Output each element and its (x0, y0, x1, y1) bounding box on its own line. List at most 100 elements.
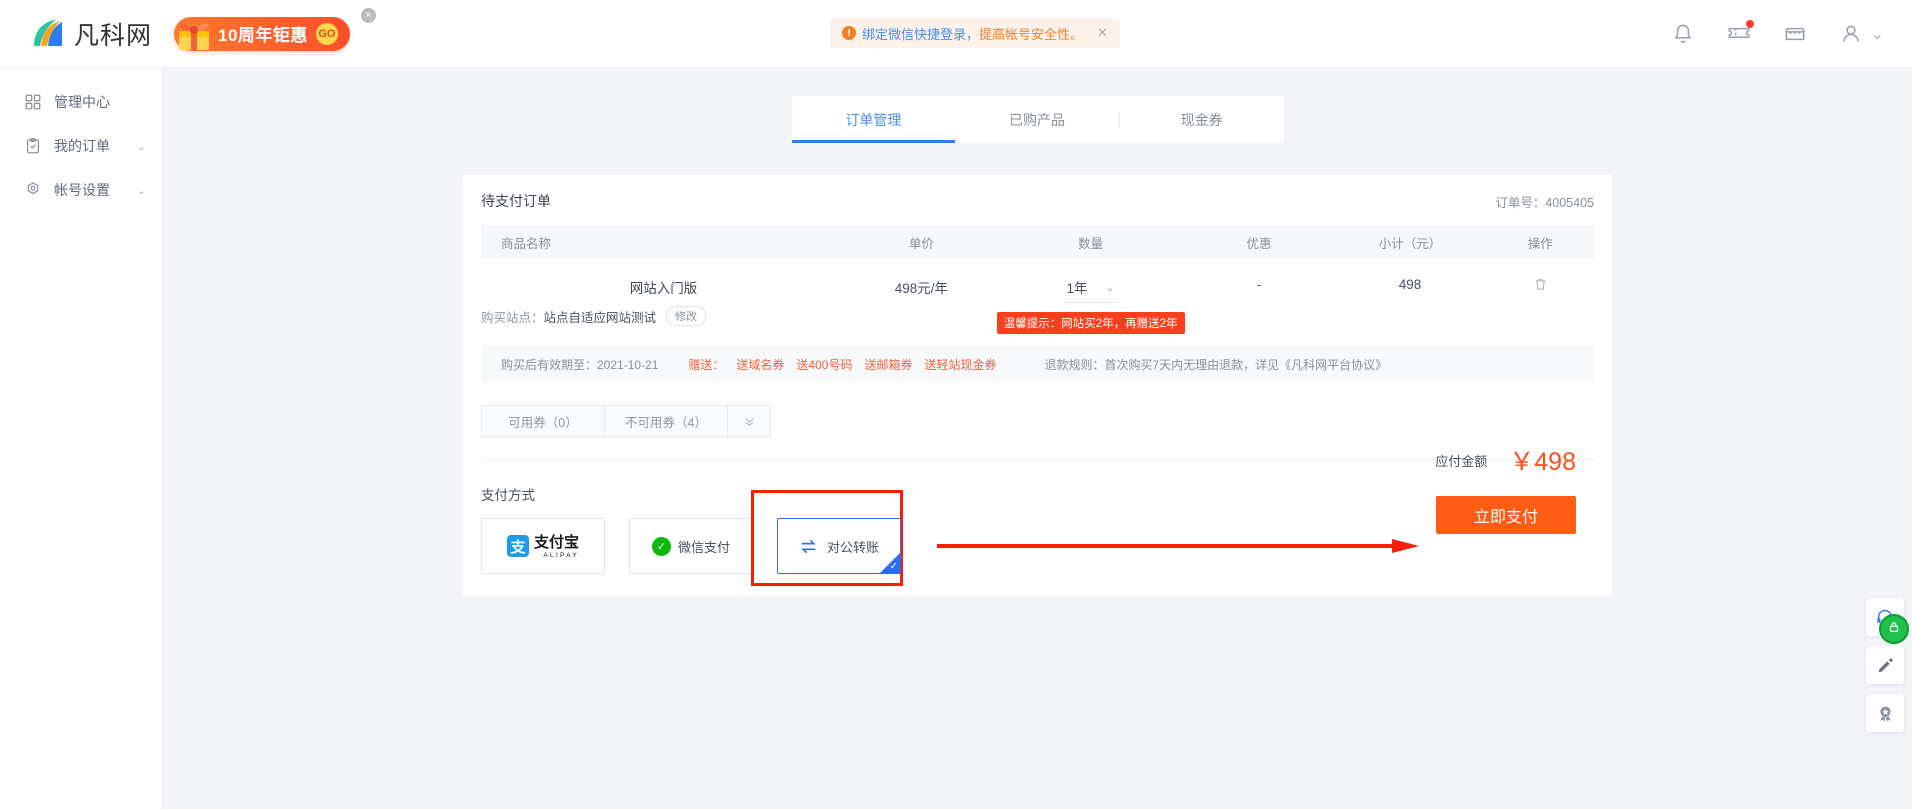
tab-purchased-products[interactable]: 已购产品 (955, 96, 1119, 143)
gift-label: 赠送： (688, 358, 725, 372)
sidebar-label: 帐号设置 (54, 182, 110, 198)
grid-icon (24, 93, 42, 111)
bell-icon[interactable] (1670, 21, 1696, 47)
feedback-button[interactable] (1866, 646, 1904, 684)
pending-order-card: 待支付订单 订单号：4005405 商品名称 单价 数量 优惠 小计（元） 操作 (463, 175, 1612, 596)
sidebar-item-management[interactable]: 管理中心 (0, 80, 162, 124)
tab-bar: 订单管理 已购产品 现金券 (791, 96, 1284, 143)
promo-banner[interactable]: 10周年钜惠 GO × (174, 7, 376, 51)
pay-now-button[interactable]: 立即支付 (1436, 496, 1576, 534)
coupon-expand-icon[interactable] (727, 405, 771, 437)
content-area: 订单管理 已购产品 现金券 待支付订单 订单号：4005405 商品名称 单价 (163, 68, 1912, 809)
table-header-row: 商品名称 单价 数量 优惠 小计（元） 操作 (481, 225, 1594, 259)
gift-item: 送邮箱券 (864, 358, 913, 372)
tab-label: 现金券 (1180, 111, 1223, 128)
site-value: 站点自适应网站测试 (543, 310, 657, 325)
order-item-footer: 购买后有效期至：2021-10-21 赠送： 送域名券 送400号码 送邮箱券 … (481, 346, 1594, 383)
ticket-icon[interactable] (1726, 20, 1754, 47)
gift-list: 赠送： 送域名券 送400号码 送邮箱券 送轻站现金券 (688, 356, 996, 373)
gift-item: 送400号码 (796, 358, 853, 372)
coupon-tab-unavailable[interactable]: 不可用券（4） (604, 405, 728, 437)
notice-close-icon[interactable]: ✕ (1097, 25, 1108, 41)
check-icon: ✓ (889, 561, 898, 572)
floating-toolbar (1866, 598, 1909, 732)
tab-cash-coupons[interactable]: 现金券 (1120, 96, 1284, 143)
wechat-service-button[interactable] (1879, 614, 1909, 644)
award-button[interactable] (1866, 694, 1904, 732)
amount-due: 应付金额 ￥498 (1435, 442, 1576, 478)
coupon-tabs: 可用券（0） 不可用券（4） (481, 405, 1594, 437)
store-icon[interactable] (1782, 21, 1808, 47)
clipboard-check-icon (24, 137, 42, 155)
promo-text: 10周年钜惠 (218, 26, 308, 45)
user-menu[interactable]: ⌄ (1838, 21, 1884, 47)
bank-transfer-label: 对公转账 (826, 539, 879, 555)
warning-icon: ! (842, 26, 856, 40)
refund-rules: 退款规则：首次购买7天内无理由退款，详见《凡科网平台协议》 (1044, 358, 1388, 372)
ticket-badge-dot (1745, 20, 1754, 28)
chevron-down-icon: ⌄ (1105, 281, 1115, 294)
gift-item: 送轻站现金券 (924, 358, 997, 372)
trash-icon[interactable] (1533, 279, 1548, 295)
top-icon-group: ⌄ (1670, 0, 1884, 68)
gift-icon (170, 9, 218, 57)
alipay-sublabel: ALIPAY (543, 551, 579, 559)
transfer-icon (799, 537, 818, 556)
page-title: 待支付订单 (481, 193, 551, 209)
sidebar-item-account-settings[interactable]: 帐号设置 ⌄ (0, 168, 162, 212)
cell-action (1487, 259, 1594, 340)
notice-link[interactable]: 绑定微信快捷登录， (862, 24, 979, 43)
cell-unit-price: 498元/年 (894, 281, 949, 296)
annotation-arrow (937, 539, 1419, 553)
brand-name: 凡科网 (74, 21, 153, 50)
order-items-table: 商品名称 单价 数量 优惠 小计（元） 操作 网站入门版 购买站点： 站点自适应… (481, 225, 1594, 340)
alipay-mark: 支 (506, 535, 529, 557)
column-header-product: 商品名称 (481, 225, 847, 259)
site-label: 购买站点： (481, 310, 544, 325)
brand[interactable]: 凡科网 (30, 16, 152, 52)
column-header-subtotal: 小计（元） (1333, 225, 1487, 259)
lock-icon (1887, 620, 1901, 639)
amount-label: 应付金额 (1435, 453, 1488, 469)
sidebar-chevron: ⌄ (136, 140, 146, 153)
product-name: 网站入门版 (629, 281, 698, 296)
page-root: 凡科网 10周年钜惠 GO × ! 绑定微信快捷登录， 提高帐号安全性。 ✕ ⌄… (0, 0, 1912, 809)
wechat-check-icon: ✓ (651, 536, 671, 556)
pencil-icon (1876, 656, 1895, 675)
promo-tip-badge: 温馨提示：网站买2年，再赠送2年 (996, 312, 1185, 334)
sidebar-label: 管理中心 (54, 94, 110, 110)
payment-methods: 支 支付宝 ALIPAY ✓ 微信支付 对公转账 ✓ 应付金额 ￥498 立即支… (481, 448, 1594, 586)
column-header-discount: 优惠 (1184, 225, 1334, 259)
alipay-logo-icon: 支 支付宝 ALIPAY (506, 533, 579, 559)
tab-label: 已购产品 (1009, 111, 1065, 128)
payment-method-alipay[interactable]: 支 支付宝 ALIPAY (481, 518, 605, 574)
edit-site-button[interactable]: 修改 (666, 306, 707, 326)
cell-subtotal: 498 (1398, 277, 1422, 292)
sidebar-item-my-orders[interactable]: 我的订单 ⌄ (0, 124, 162, 168)
coupon-tab-available[interactable]: 可用券（0） (481, 405, 605, 437)
sidebar-label: 我的订单 (54, 138, 110, 154)
promo-go-button[interactable]: GO (315, 22, 338, 45)
order-number: 订单号：4005405 (1495, 195, 1594, 210)
wechat-label: 微信支付 (677, 539, 730, 555)
payment-method-wechat[interactable]: ✓ 微信支付 (629, 518, 753, 574)
top-bar: 凡科网 10周年钜惠 GO × ! 绑定微信快捷登录， 提高帐号安全性。 ✕ ⌄ (0, 0, 1912, 68)
quantity-select[interactable]: 1年 ⌄ (1062, 277, 1119, 303)
tab-order-management[interactable]: 订单管理 (791, 96, 956, 143)
product-site: 购买站点： 站点自适应网站测试 修改 (481, 306, 846, 326)
tab-label: 订单管理 (845, 111, 902, 128)
order-card-header: 待支付订单 订单号：4005405 (481, 175, 1594, 219)
alipay-label: 支付宝 (533, 533, 579, 551)
user-icon (1838, 21, 1864, 47)
cell-discount: - (1256, 277, 1262, 292)
column-header-action: 操作 (1486, 225, 1594, 259)
wechat-bind-notice: ! 绑定微信快捷登录， 提高帐号安全性。 ✕ (830, 18, 1120, 48)
chevron-down-icon: ⌄ (1870, 26, 1884, 43)
promo-close-icon[interactable]: × (360, 7, 376, 23)
gift-item: 送域名券 (736, 358, 785, 372)
column-header-unit-price: 单价 (846, 225, 997, 259)
sidebar: 管理中心 我的订单 ⌄ 帐号设置 ⌄ (0, 68, 163, 809)
payment-method-bank-transfer[interactable]: 对公转账 ✓ (777, 518, 901, 574)
cell-quantity: 1年 ⌄ 温馨提示：网站买2年，再赠送2年 (996, 259, 1185, 340)
notice-text: 提高帐号安全性。 (979, 26, 1084, 42)
